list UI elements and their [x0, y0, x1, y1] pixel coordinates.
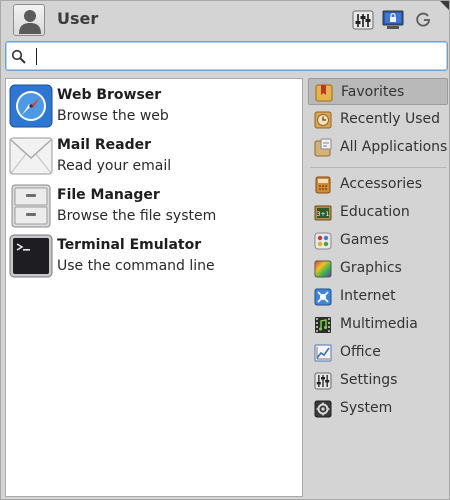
monitor-lock-icon — [382, 10, 404, 29]
app-description: Use the command line — [57, 258, 215, 274]
category-graphics[interactable]: Graphics — [308, 255, 448, 282]
multimedia-icon — [315, 317, 331, 333]
app-file-manager[interactable]: File Manager Browse the file system — [6, 181, 302, 229]
app-title: Web Browser — [57, 87, 162, 103]
category-recently-used[interactable]: Recently Used — [308, 106, 448, 133]
category-label: Settings — [340, 372, 398, 388]
user-avatar-icon — [19, 10, 41, 34]
category-internet[interactable]: Internet — [308, 283, 448, 310]
category-label: Recently Used — [340, 111, 441, 127]
category-label: Office — [340, 344, 381, 360]
app-mail-reader[interactable]: Mail Reader Read your email — [6, 131, 302, 179]
power-icon — [416, 12, 430, 27]
app-title: Terminal Emulator — [57, 237, 202, 253]
education-icon: 3+1 — [314, 205, 332, 221]
system-icon — [314, 400, 332, 418]
category-label: Games — [340, 232, 389, 248]
category-education[interactable]: 3+1 Education — [308, 199, 448, 226]
category-system[interactable]: System — [308, 395, 448, 422]
category-office[interactable]: Office — [308, 339, 448, 366]
category-label: Internet — [340, 288, 396, 304]
mail-reader-icon — [9, 137, 53, 175]
category-games[interactable]: Games — [308, 227, 448, 254]
category-label: Favorites — [341, 84, 405, 100]
app-title: Mail Reader — [57, 137, 151, 153]
category-label: Accessories — [340, 176, 423, 192]
category-favorites[interactable]: Favorites — [308, 78, 448, 105]
bookmark-icon — [315, 84, 333, 102]
category-label: All Applications — [340, 139, 448, 155]
user-avatar[interactable] — [13, 4, 45, 36]
search-input[interactable] — [30, 45, 440, 67]
lock-screen-button[interactable] — [382, 10, 404, 30]
graphics-icon — [314, 260, 332, 278]
file-manager-icon — [11, 184, 51, 228]
app-description: Read your email — [57, 158, 172, 174]
app-description: Browse the web — [57, 108, 169, 124]
settings-icon — [314, 372, 332, 390]
category-sidebar: Favorites Recently Used All Applications — [308, 78, 448, 497]
category-label: Graphics — [340, 260, 402, 276]
text-caret — [36, 48, 37, 65]
search-icon — [11, 49, 26, 64]
user-name: User — [57, 9, 99, 28]
category-label: Multimedia — [340, 316, 418, 332]
internet-icon — [314, 288, 332, 306]
clock-icon — [314, 111, 332, 129]
app-terminal-emulator[interactable]: Terminal Emulator Use the command line — [6, 231, 302, 279]
whisker-menu: User Web Browser Browse the web Mail Rea… — [0, 0, 450, 500]
terminal-icon — [9, 234, 53, 278]
all-applications-icon — [314, 138, 332, 157]
favorites-list: Web Browser Browse the web Mail Reader R… — [5, 78, 303, 497]
app-web-browser[interactable]: Web Browser Browse the web — [6, 81, 302, 129]
category-label: Education — [340, 204, 410, 220]
office-icon — [314, 344, 332, 362]
resize-corner[interactable] — [440, 1, 449, 10]
sliders-icon — [352, 10, 374, 30]
games-icon — [314, 232, 332, 250]
category-multimedia[interactable]: Multimedia — [308, 311, 448, 338]
accessories-icon — [315, 176, 331, 194]
app-title: File Manager — [57, 187, 160, 203]
settings-manager-button[interactable] — [352, 10, 374, 30]
category-accessories[interactable]: Accessories — [308, 171, 448, 198]
app-description: Browse the file system — [57, 208, 217, 224]
category-label: System — [340, 400, 393, 416]
category-settings[interactable]: Settings — [308, 367, 448, 394]
category-separator — [310, 167, 446, 168]
svg-text:3+1: 3+1 — [317, 211, 330, 218]
logout-button[interactable] — [413, 10, 435, 30]
search-box[interactable] — [5, 41, 448, 71]
category-all-applications[interactable]: All Applications — [308, 134, 448, 161]
web-browser-icon — [9, 84, 53, 128]
menu-header: User — [1, 1, 449, 39]
